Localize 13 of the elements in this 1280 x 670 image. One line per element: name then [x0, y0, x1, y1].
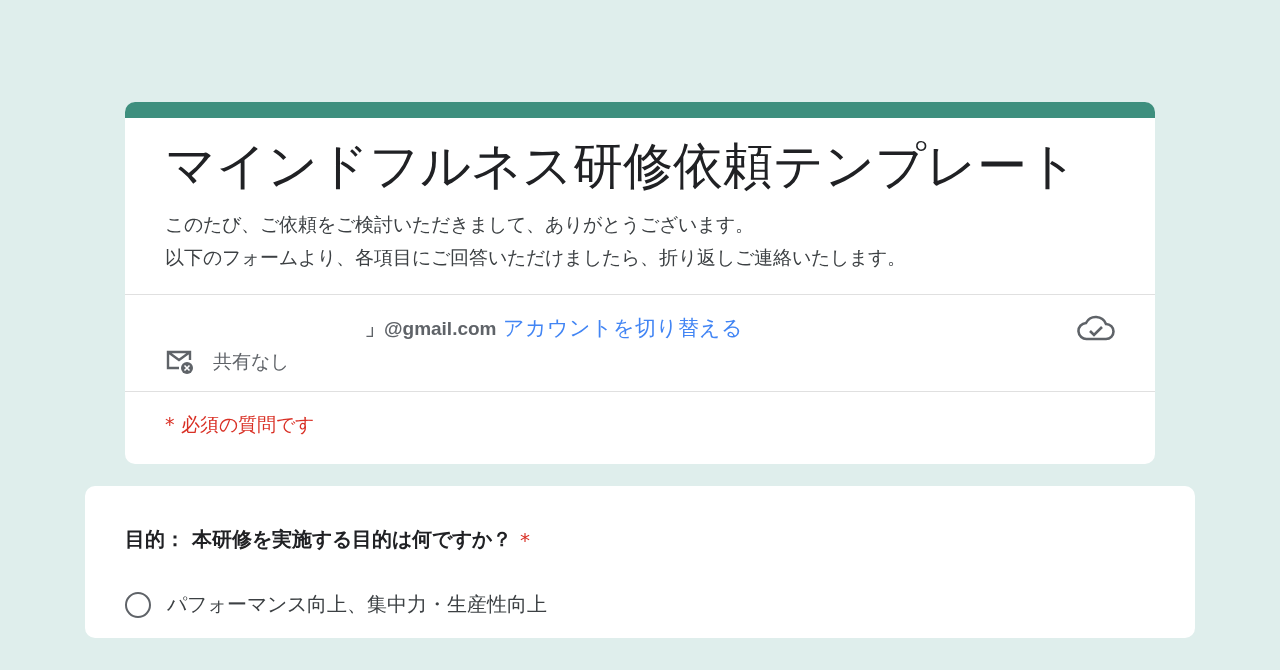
required-note: * 必須の質問です — [165, 413, 314, 435]
sharing-status: 共有なし — [213, 349, 289, 374]
option-label: パフォーマンス向上、集中力・生産性向上 — [167, 591, 547, 618]
form-description: このたび、ご依頼をご検討いただきまして、ありがとうございます。 — [165, 212, 755, 237]
mail-off-icon — [165, 349, 195, 375]
switch-account-link[interactable]: アカウントを切り替える — [502, 314, 743, 342]
account-email: 」@gmail.com — [365, 317, 497, 341]
required-mark: * — [519, 527, 530, 552]
form-title: マインドフルネス研修依頼テンプレート — [165, 136, 1079, 197]
form-description: 以下のフォームより、各項目にご回答いただけましたら、折り返しご連絡いたします。 — [165, 245, 907, 270]
cloud-check-icon — [1077, 313, 1115, 343]
radio-button[interactable] — [125, 591, 151, 618]
question-title: 目的： 本研修を実施する目的は何ですか？ — [125, 526, 512, 553]
